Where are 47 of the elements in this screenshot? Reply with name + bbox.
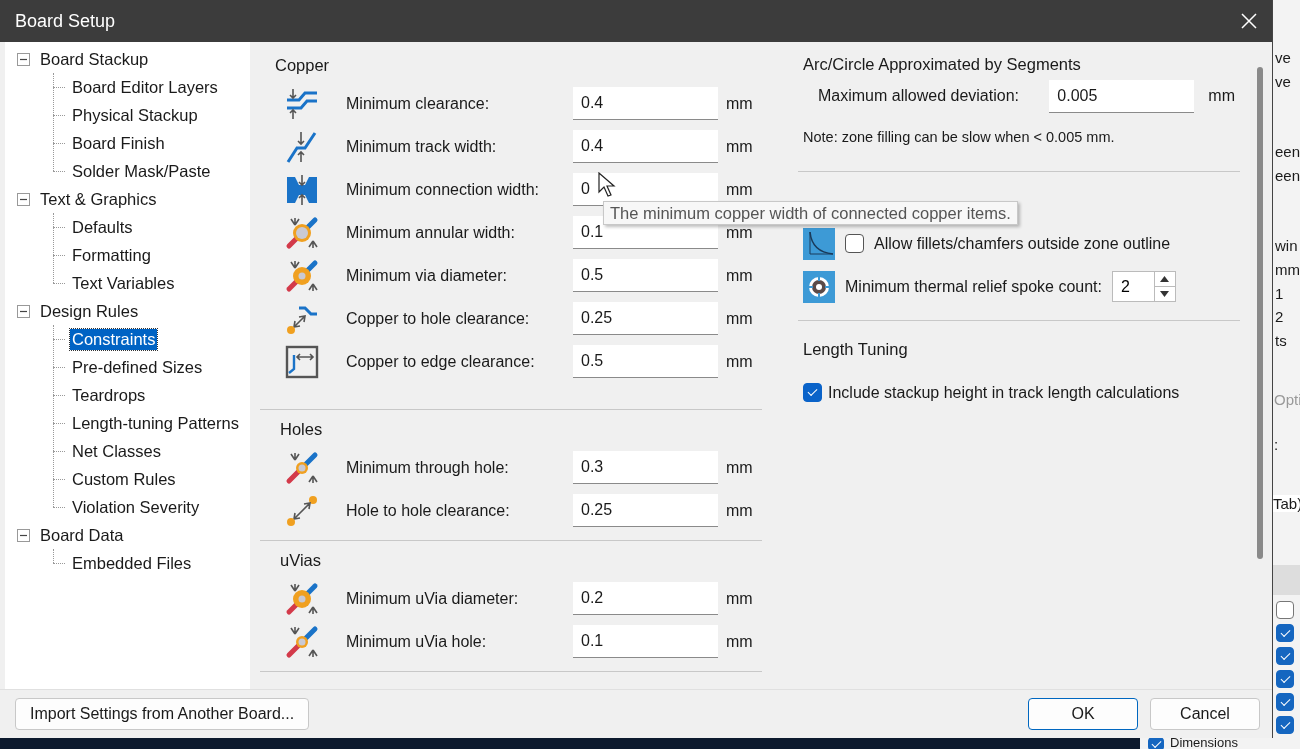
tooltip: The minimum copper width of connected copper items. (603, 201, 1018, 225)
layer-label: Dimensions (1170, 737, 1238, 749)
field-label: Minimum annular width: (345, 223, 516, 242)
unit-label: mm (725, 352, 754, 371)
section-heading: uVias (280, 550, 322, 571)
checkbox-label: Include stackup height in track length calculations (828, 383, 1180, 402)
field-label: Copper to hole clearance: (345, 309, 531, 328)
section-heading: Arc/Circle Approximated by Segments (803, 54, 1082, 75)
label-fragment: : (1274, 436, 1279, 453)
tab-label: Opti (1274, 391, 1300, 408)
unit-label: mm (725, 458, 754, 477)
unit-label: mm (725, 589, 754, 608)
field-label: Hole to hole clearance: (345, 501, 511, 520)
note-text: Note: zone filling can be slow when < 0.005 mm. (803, 129, 1116, 145)
text-fragment: 1 (1275, 283, 1285, 304)
unit-label: mm (725, 137, 754, 156)
unit-label: mm (1207, 87, 1235, 105)
field-label: Minimum connection width: (345, 180, 540, 199)
field-label: Minimum through hole: (345, 458, 510, 477)
field-label: Minimum clearance: (345, 94, 491, 113)
text-fragment: 2 (1275, 307, 1285, 328)
text-fragment: ve (1275, 71, 1292, 92)
unit-label: mm (725, 223, 754, 242)
text-fragment: win (1275, 236, 1299, 257)
field-label: Minimum uVia hole: (345, 632, 488, 651)
unit-label: mm (725, 632, 754, 651)
section-heading: Holes (280, 419, 324, 440)
field-label: Minimum track width: (345, 137, 498, 156)
unit-label: mm (725, 501, 754, 520)
text-fragment: een (1275, 165, 1300, 186)
window-title: Board Setup (15, 10, 116, 32)
field-label: Minimum uVia diameter: (345, 589, 520, 608)
checkbox-label: Allow fillets/chamfers outside zone outline (874, 234, 1171, 253)
section-heading: Copper (275, 55, 331, 76)
unit-label: mm (725, 94, 754, 113)
field-label: Maximum allowed deviation: (818, 87, 1020, 105)
text-fragment: ve (1275, 48, 1292, 68)
unit-label: mm (725, 266, 754, 285)
text-fragment: ts (1275, 330, 1288, 351)
text-fragment: een (1275, 142, 1300, 163)
field-label: Minimum via diameter: (345, 266, 508, 285)
unit-label: mm (725, 309, 754, 328)
section-heading: Length Tuning (803, 339, 909, 360)
text-fragment: mm (1275, 259, 1300, 280)
unit-label: mm (725, 180, 754, 199)
field-label: Minimum thermal relief spoke count: (845, 277, 1102, 296)
field-label: Copper to edge clearance: (345, 352, 536, 371)
